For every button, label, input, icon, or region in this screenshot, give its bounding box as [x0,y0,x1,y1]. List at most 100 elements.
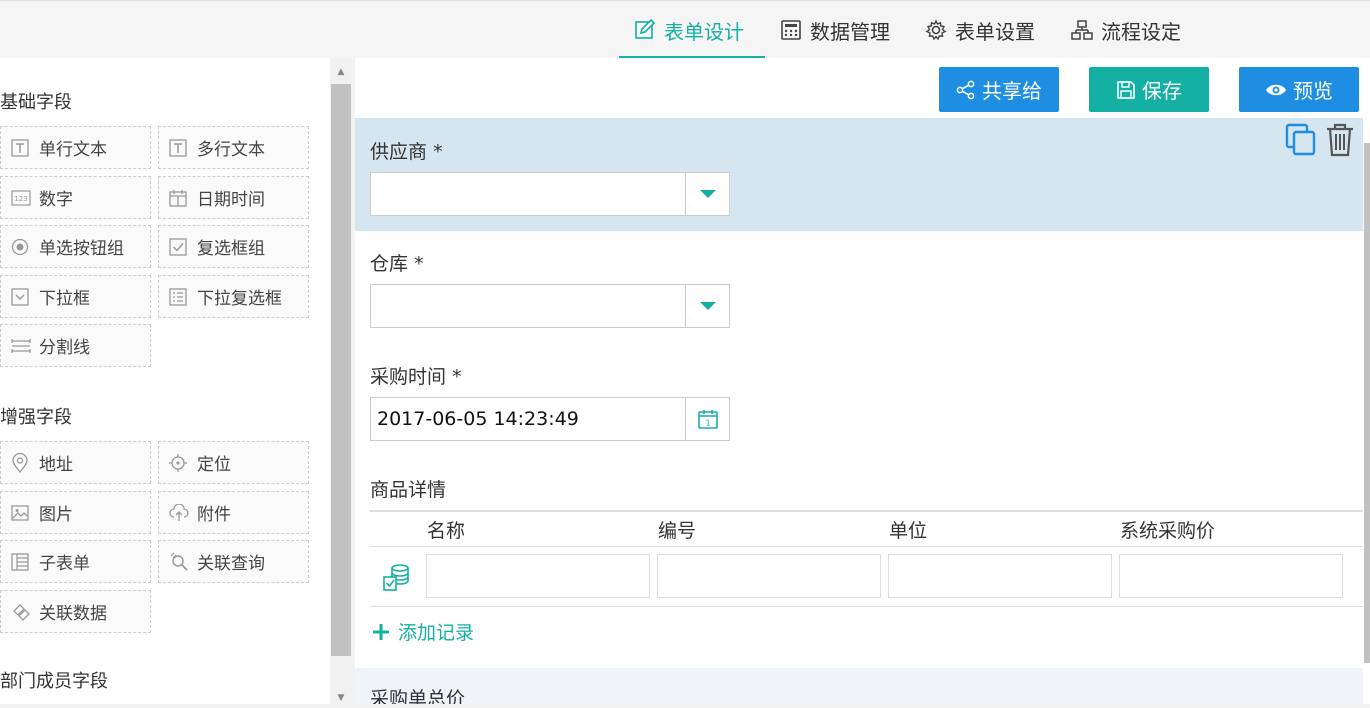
field-number[interactable]: 123 数字 [0,176,151,219]
chevron-down-icon [699,302,716,310]
svg-text:1: 1 [705,419,710,428]
text-t-icon [169,138,197,157]
cell-name-input[interactable] [426,554,650,598]
field-label: 定位 [197,455,231,475]
calendar-icon [169,189,197,207]
cell-unit-input[interactable] [888,554,1112,598]
field-address[interactable]: 地址 [0,441,151,484]
eye-icon [1266,84,1286,95]
chevron-down-icon [699,190,716,198]
share-button-label: 共享给 [982,79,1042,103]
tab-data-management[interactable]: 数据管理 [780,1,890,59]
purchase-time-value: 2017-06-05 14:23:49 [377,408,579,430]
database-edit-icon[interactable] [382,563,412,593]
crosshair-icon [169,453,197,472]
save-button-label: 保存 [1142,79,1182,103]
supplier-label-text: 供应商 [370,141,428,163]
tab-form-settings[interactable]: 表单设置 [925,1,1035,59]
field-divider[interactable]: 分割线 [0,324,151,367]
form-canvas: 共享给 保存 预览 供应商 * 仓库 * 采购时间 * 2017-06-05 1… [355,58,1363,704]
number-123-icon: 123 [11,189,39,206]
tab-label: 表单设计 [664,19,744,44]
trash-icon[interactable] [1325,123,1355,157]
field-location[interactable]: 定位 [158,441,309,484]
share-icon [956,80,975,99]
field-subform[interactable]: 子表单 [0,540,151,583]
required-marker: * [433,141,443,163]
scrollbar-thumb[interactable] [1364,143,1370,663]
field-dropdown[interactable]: 下拉框 [0,275,151,318]
scrollbar-thumb[interactable] [331,84,351,656]
field-link-data[interactable]: 关联数据 [0,590,151,633]
field-dropdown-multi[interactable]: 下拉复选框 [158,275,309,318]
subform-header: 名称 编号 单位 系统采购价 [370,510,1363,547]
tab-form-design[interactable]: 表单设计 [634,1,744,59]
palette-scrollbar[interactable]: ▲ ▼ [330,58,352,704]
field-label: 复选框组 [197,239,265,259]
warehouse-dropdown-toggle[interactable] [685,285,729,327]
required-marker: * [414,253,424,275]
plus-icon [373,623,389,640]
items-label: 商品详情 [370,479,447,501]
group-title-basic: 基础字段 [0,92,72,113]
column-header-name: 名称 [427,520,466,542]
supplier-label: 供应商 * [370,137,443,164]
tab-flow-settings[interactable]: 流程设定 [1071,1,1181,59]
field-label: 下拉框 [39,289,90,309]
upload-cloud-icon [169,503,197,522]
copy-icon[interactable] [1285,123,1317,157]
field-label: 附件 [197,505,231,525]
calculator-icon [781,20,801,40]
warehouse-select[interactable] [370,284,730,328]
add-record-label: 添加记录 [398,622,475,644]
floppy-disk-icon [1117,80,1135,99]
add-record-button[interactable]: 添加记录 [372,618,474,645]
cell-code-input[interactable] [657,554,881,598]
field-multi-line-text[interactable]: 多行文本 [158,126,309,169]
field-checkbox-group[interactable]: 复选框组 [158,225,309,268]
field-single-line-text[interactable]: 单行文本 [0,126,151,169]
field-label: 关联查询 [197,554,265,574]
tab-label: 表单设置 [955,19,1035,44]
subform-icon [11,552,39,571]
link-data-icon [11,602,39,622]
table-row [370,547,1363,607]
scroll-down-arrow-icon[interactable]: ▼ [330,688,352,708]
column-header-code: 编号 [658,520,697,542]
top-nav: 表单设计 数据管理 表单设置 流程设定 [0,0,1370,59]
field-datetime[interactable]: 日期时间 [158,176,309,219]
supplier-dropdown-toggle[interactable] [685,173,729,215]
warehouse-label: 仓库 * [370,249,424,276]
checkbox-icon [169,237,197,256]
field-palette: 基础字段 单行文本 多行文本 123 数字 日期时间 单选按钮组 复选框组 下拉… [0,58,330,704]
field-link-query[interactable]: 关联查询 [158,540,309,583]
field-radio-group[interactable]: 单选按钮组 [0,225,151,268]
field-image[interactable]: 图片 [0,491,151,534]
canvas-scrollbar[interactable] [1363,58,1370,704]
total-label: 采购单总价 [370,688,466,704]
total-field-row[interactable]: 采购单总价 [355,668,1363,704]
field-label: 子表单 [39,554,90,574]
selected-field-row[interactable]: 供应商 * [355,118,1363,231]
field-attachment[interactable]: 附件 [158,491,309,534]
share-button[interactable]: 共享给 [939,67,1059,112]
edit-icon [635,19,656,39]
gear-icon [925,19,947,41]
supplier-select[interactable] [370,172,730,216]
required-marker: * [452,366,462,388]
purchase-time-label: 采购时间 * [370,362,462,389]
group-title-department: 部门成员字段 [0,671,108,692]
radio-icon [11,238,39,256]
field-label: 图片 [39,505,73,525]
field-label: 单选按钮组 [39,239,124,259]
date-picker-toggle[interactable]: 1 [685,398,729,440]
preview-button[interactable]: 预览 [1239,67,1359,112]
map-pin-icon [11,452,39,473]
cell-price-input[interactable] [1119,554,1343,598]
save-button[interactable]: 保存 [1089,67,1209,112]
preview-button-label: 预览 [1293,79,1333,103]
purchase-time-input[interactable]: 2017-06-05 14:23:49 1 [370,397,730,441]
flowchart-icon [1071,20,1093,40]
scroll-up-arrow-icon[interactable]: ▲ [330,62,352,82]
column-header-price: 系统采购价 [1120,520,1216,542]
